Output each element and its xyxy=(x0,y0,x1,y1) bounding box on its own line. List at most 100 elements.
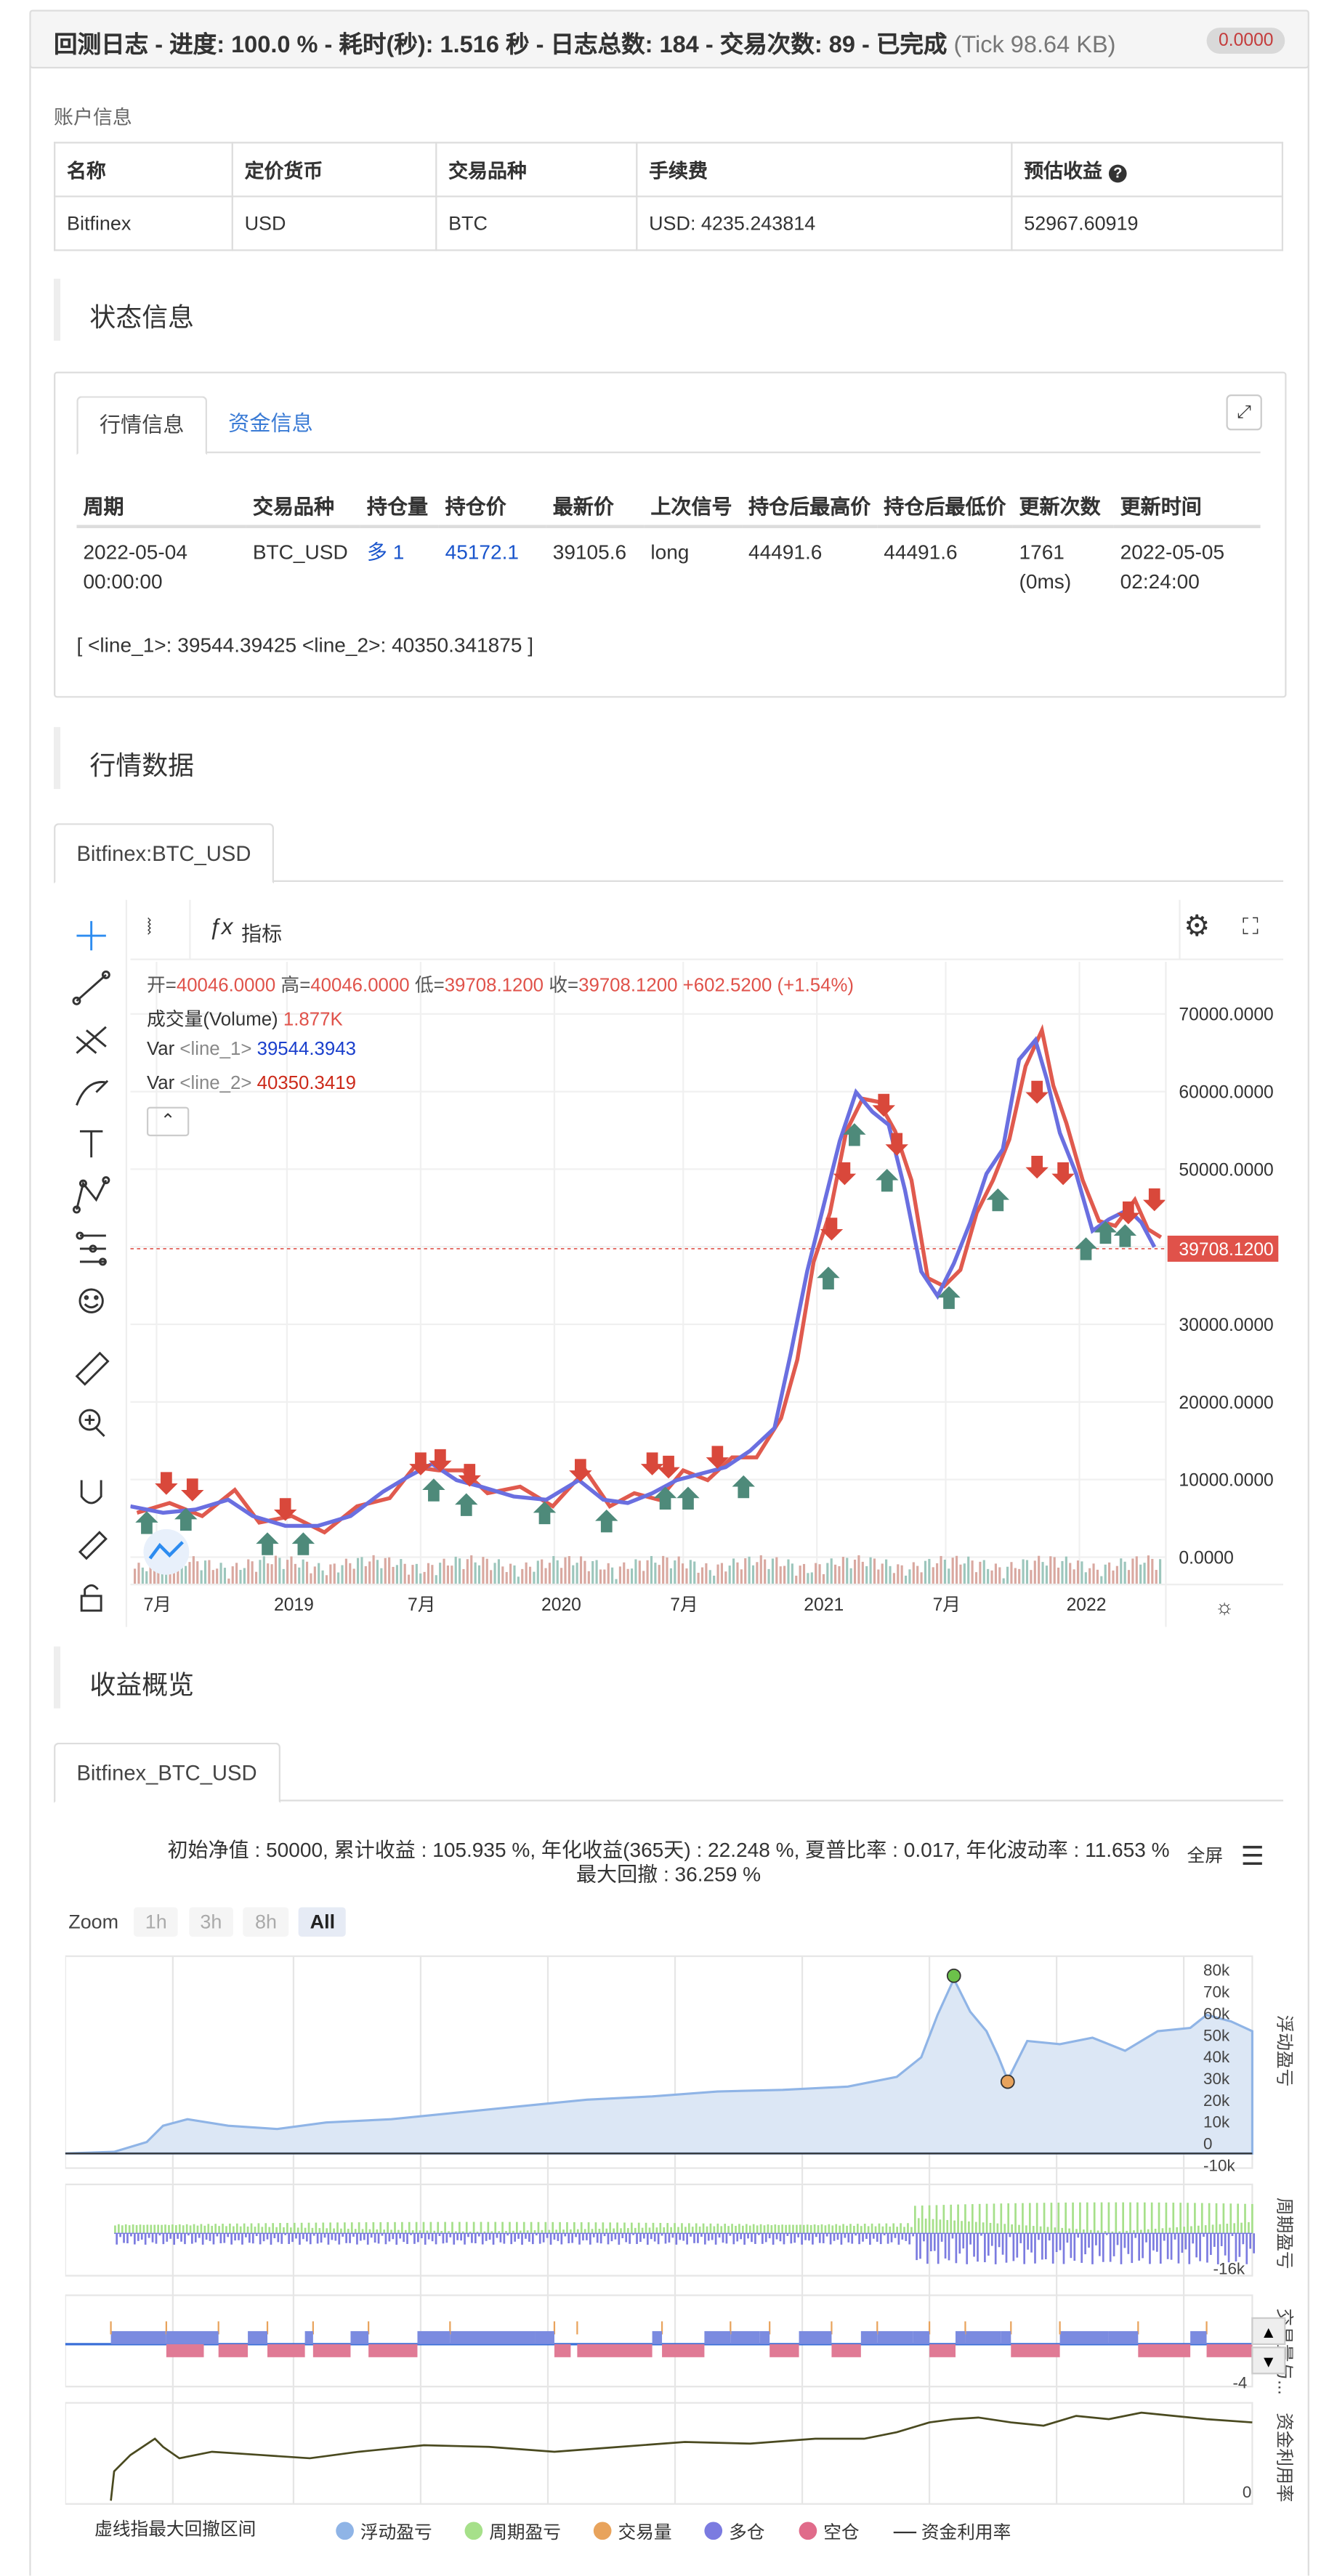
tv-logo[interactable] xyxy=(143,1528,190,1575)
period-pnl-bar xyxy=(408,2221,411,2234)
capital-utilization-series xyxy=(110,2411,1253,2501)
fx-icon[interactable]: ƒx xyxy=(209,913,233,939)
measure-icon[interactable] xyxy=(76,1231,107,1266)
period-pnl-bar xyxy=(254,2227,257,2234)
legend-item-volume[interactable]: 交易量 xyxy=(593,2519,672,2545)
collapse-legend-button[interactable]: ⌃ xyxy=(146,1106,190,1137)
volume-bar xyxy=(1041,1562,1044,1585)
legend-item-short[interactable]: 空仓 xyxy=(799,2519,860,2545)
period-pnl-bar xyxy=(1014,2203,1017,2234)
indicator-button[interactable]: 指标 xyxy=(241,916,282,947)
short-position-bar xyxy=(1011,2344,1060,2357)
crosshair-icon[interactable] xyxy=(76,920,106,951)
scroll-up-icon[interactable]: ▲ xyxy=(1251,2317,1286,2345)
line-1-series xyxy=(130,1036,1157,1528)
text-icon[interactable] xyxy=(79,1130,103,1158)
volume-bar xyxy=(1006,1566,1009,1585)
period-pnl-bar xyxy=(946,2219,949,2234)
period-pnl-bar xyxy=(998,2233,1001,2248)
volume-bar xyxy=(329,1564,332,1585)
volume-bar xyxy=(267,1563,270,1585)
short-position-bar xyxy=(1206,2344,1253,2357)
candles-icon[interactable]: ⧘ xyxy=(147,913,152,941)
lock-drawing-icon[interactable] xyxy=(78,1531,108,1560)
magnet-icon[interactable] xyxy=(80,1480,102,1504)
settings-icon[interactable]: ⚙ xyxy=(1184,910,1210,944)
expand-icon[interactable]: ⤢ xyxy=(1226,394,1262,431)
volume-bar xyxy=(849,1568,852,1585)
period-pnl-bar xyxy=(1083,2229,1085,2234)
tab-fund-info[interactable]: 资金信息 xyxy=(207,396,334,451)
period-pnl-bar xyxy=(499,2233,502,2243)
period-pnl-bar xyxy=(1068,2228,1070,2234)
fib-icon[interactable] xyxy=(76,1026,107,1054)
period-pnl-bar xyxy=(144,2233,147,2245)
zoom-3h-button[interactable]: 3h xyxy=(188,1907,234,1937)
period-pnl-bar xyxy=(618,2233,621,2245)
legend-item-float[interactable]: 浮动盈亏 xyxy=(336,2519,432,2545)
legend-item-util[interactable]: 资金利用率 xyxy=(893,2519,1011,2545)
period-pnl-bar xyxy=(492,2233,495,2245)
period-pnl-bar xyxy=(345,2233,347,2243)
long-position-bar xyxy=(304,2330,313,2344)
status-header: 持仓量 xyxy=(360,459,439,529)
volume-bar xyxy=(713,1575,716,1585)
period-pnl-bar xyxy=(833,2233,836,2241)
legend-item-long[interactable]: 多仓 xyxy=(704,2519,764,2545)
legend-item-period[interactable]: 周期盈亏 xyxy=(464,2519,561,2545)
volume-bar xyxy=(736,1562,739,1585)
brush-icon[interactable] xyxy=(76,1080,109,1106)
long-position-bar xyxy=(535,2330,554,2344)
period-pnl-bar xyxy=(140,2233,143,2240)
account-cell: USD xyxy=(231,195,437,251)
zoom-1h-button[interactable]: 1h xyxy=(134,1907,179,1937)
sun-icon[interactable]: ☼ xyxy=(1215,1596,1235,1619)
tab-bitfinex-btc-usd[interactable]: Bitfinex:BTC_USD xyxy=(54,823,274,884)
emoji-icon[interactable] xyxy=(78,1288,104,1313)
legend-dot xyxy=(464,2522,483,2540)
status-section-title: 状态信息 xyxy=(89,304,195,333)
period-pnl-bar xyxy=(1188,2233,1191,2264)
scroll-down-icon[interactable]: ▼ xyxy=(1251,2346,1286,2375)
period-pnl-bar xyxy=(951,2233,954,2239)
price-chart[interactable]: 70000.000060000.000050000.000040000.0000… xyxy=(130,961,1284,1627)
period-pnl-bar xyxy=(889,2226,892,2234)
volume-bar xyxy=(294,1563,296,1585)
period-pnl-bar xyxy=(1183,2227,1185,2234)
period-pnl-bar xyxy=(1145,2233,1147,2243)
period-pnl-bar xyxy=(576,2229,579,2234)
toolbar-divider xyxy=(189,899,191,959)
volume-bar xyxy=(235,1563,238,1585)
returns-chart[interactable]: 80k 70k 60k 50k 40k 30k 20k 10k 0 -10k -16k -4 0 浮动盈… xyxy=(65,1950,1304,2511)
period-pnl-bar xyxy=(1244,2203,1246,2234)
volume-bar xyxy=(834,1564,837,1585)
menu-icon[interactable]: ☰ xyxy=(1241,1840,1264,1873)
pattern-icon[interactable] xyxy=(72,1176,110,1214)
volume-bar xyxy=(556,1560,559,1585)
period-pnl-bar xyxy=(990,2233,993,2246)
ruler-icon[interactable] xyxy=(75,1351,110,1386)
volume-bar xyxy=(490,1570,493,1585)
fullscreen-button[interactable]: 全屏 xyxy=(1187,1842,1223,1868)
fullscreen-icon[interactable]: ⛶ xyxy=(1243,913,1259,941)
zoom-all-button[interactable]: All xyxy=(298,1907,347,1937)
zoom-in-icon[interactable] xyxy=(78,1409,105,1437)
period-pnl-bar xyxy=(770,2225,773,2234)
long-position-bar xyxy=(913,2330,930,2344)
zoom-8h-button[interactable]: 8h xyxy=(243,1907,288,1937)
buy-signal-arrow xyxy=(135,1511,158,1534)
long-position-bar xyxy=(965,2330,1001,2344)
trend-line-icon[interactable] xyxy=(72,970,110,1005)
account-header: 手续费 xyxy=(636,142,1013,198)
period-pnl-bar xyxy=(230,2233,233,2245)
period-pnl-bar xyxy=(451,2221,453,2234)
tab-bitfinex-btc-usd-returns[interactable]: Bitfinex_BTC_USD xyxy=(54,1742,280,1803)
period-pnl-bar xyxy=(743,2233,746,2245)
unlock-icon[interactable] xyxy=(80,1584,102,1612)
period-pnl-bar xyxy=(1215,2203,1218,2234)
tab-market-info[interactable]: 行情信息 xyxy=(76,396,208,455)
period-pnl-bar xyxy=(1032,2226,1035,2234)
period-pnl-bar xyxy=(126,2233,129,2244)
volume-bar xyxy=(674,1560,676,1585)
question-circle-icon[interactable]: ? xyxy=(1108,163,1127,182)
